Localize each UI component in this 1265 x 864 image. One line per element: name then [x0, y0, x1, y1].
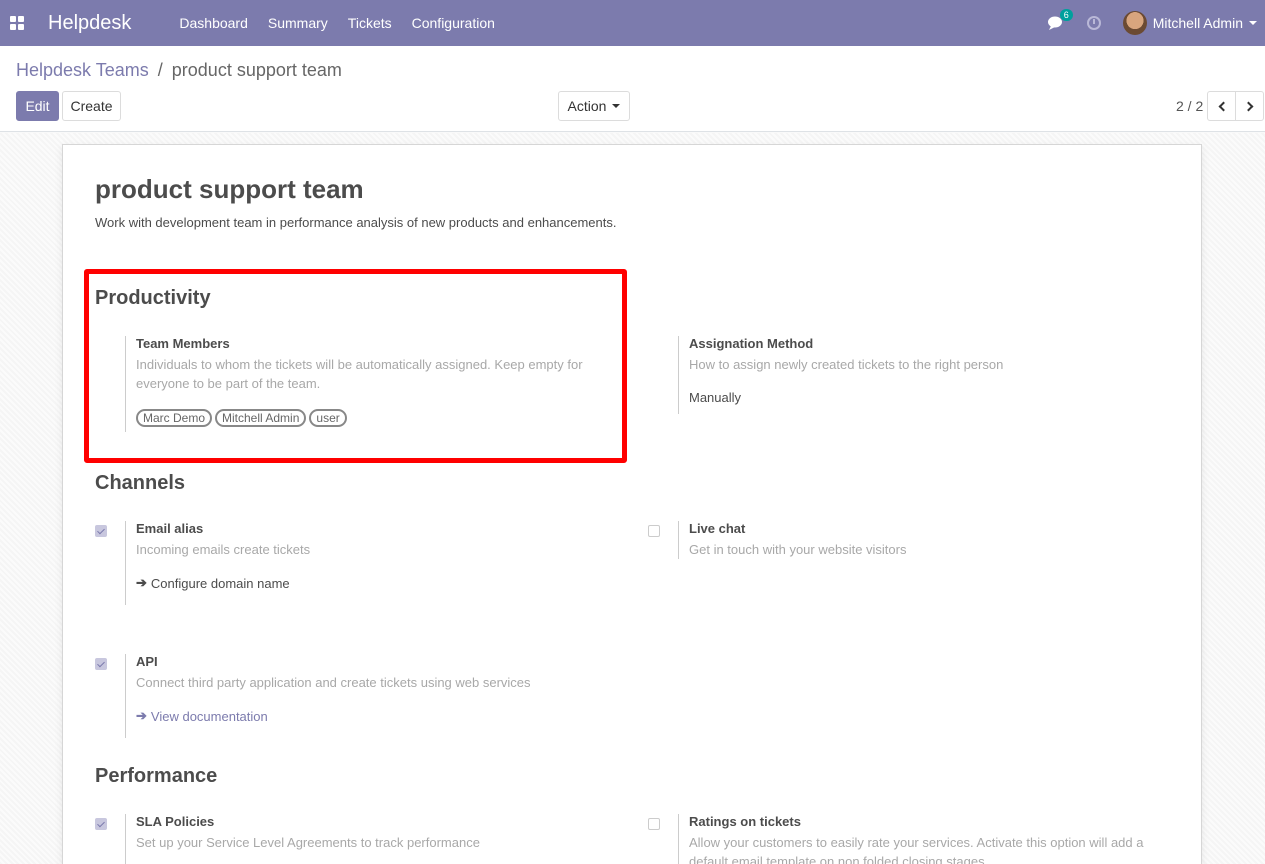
sla-checkbox[interactable]: [95, 818, 107, 830]
team-members-title: Team Members: [136, 336, 230, 351]
email-alias-title: Email alias: [136, 521, 204, 536]
view-documentation-label: View documentation: [150, 708, 268, 724]
live-chat-title: Live chat: [689, 521, 746, 536]
record-title: product support team: [95, 174, 364, 204]
control-panel: Helpdesk Teams / product support team Ed…: [0, 46, 1265, 132]
tag-marc-demo[interactable]: Marc Demo: [136, 409, 213, 427]
email-alias-checkbox[interactable]: [95, 525, 107, 537]
breadcrumb-separator: /: [157, 60, 163, 80]
setting-sla-policies: SLA Policies Set up your Service Level A…: [125, 814, 585, 864]
configure-domain-link[interactable]: ➔ Configure domain name: [136, 575, 585, 591]
section-performance-heading: Performance: [95, 765, 218, 787]
activity-clock-icon[interactable]: [1086, 16, 1101, 30]
menu-dashboard[interactable]: Dashboard: [179, 15, 248, 31]
assignation-help: How to assign newly created tickets to t…: [689, 357, 1004, 372]
sla-title: SLA Policies: [136, 814, 215, 829]
chat-icon[interactable]: 6: [1047, 9, 1073, 31]
user-menu-caret-icon[interactable]: [1249, 21, 1257, 25]
caret-down-icon: [612, 104, 621, 108]
arrow-right-icon: ➔: [136, 708, 147, 723]
edit-button[interactable]: Edit: [16, 91, 59, 121]
team-members-tags[interactable]: Marc Demo Mitchell Admin user: [136, 409, 585, 427]
record-description: Work with development team in performanc…: [95, 215, 617, 230]
breadcrumb: Helpdesk Teams / product support team: [16, 60, 342, 81]
api-checkbox[interactable]: [95, 658, 107, 670]
chevron-left-icon: [1218, 101, 1228, 111]
setting-assignation-method: Assignation Method How to assign newly c…: [678, 336, 1128, 414]
arrow-right-icon: ➔: [136, 575, 147, 590]
ratings-title: Ratings on tickets: [689, 814, 801, 829]
menu-configuration[interactable]: Configuration: [412, 15, 495, 31]
navbar-right: 6 Mitchell Admin: [1047, 0, 1265, 46]
tag-mitchell-admin[interactable]: Mitchell Admin: [215, 409, 307, 427]
apps-grid-icon[interactable]: [10, 16, 24, 30]
action-label: Action: [567, 98, 607, 114]
ratings-checkbox[interactable]: [648, 818, 660, 830]
setting-api: API Connect third party application and …: [125, 654, 585, 738]
chat-badge: 6: [1059, 9, 1073, 21]
pager-value[interactable]: 2 / 2: [1176, 98, 1203, 114]
tag-user[interactable]: user: [309, 409, 347, 427]
setting-live-chat: Live chat Get in touch with your website…: [678, 521, 1128, 559]
assignation-title: Assignation Method: [689, 336, 814, 351]
breadcrumb-current: product support team: [171, 60, 342, 80]
menu-summary[interactable]: Summary: [268, 15, 328, 31]
team-members-help: Individuals to whom the tickets will be …: [136, 357, 583, 391]
menu-tickets[interactable]: Tickets: [348, 15, 392, 31]
live-chat-checkbox[interactable]: [648, 525, 660, 537]
user-avatar[interactable]: [1122, 11, 1147, 35]
configure-domain-label: Configure domain name: [150, 575, 290, 591]
setting-email-alias: Email alias Incoming emails create ticke…: [125, 521, 585, 605]
live-chat-help: Get in touch with your website visitors: [689, 542, 907, 557]
breadcrumb-parent[interactable]: Helpdesk Teams: [16, 60, 149, 80]
sla-help: Set up your Service Level Agreements to …: [136, 835, 480, 850]
setting-team-members: Team Members Individuals to whom the tic…: [125, 336, 585, 432]
pager-next-button[interactable]: [1235, 91, 1264, 121]
form-sheet: product support team Work with developme…: [62, 144, 1202, 864]
section-channels-heading: Channels: [95, 472, 186, 494]
setting-ratings: Ratings on tickets Allow your customers …: [678, 814, 1148, 864]
action-dropdown-button[interactable]: Action: [558, 91, 630, 121]
chevron-right-icon: [1243, 101, 1253, 111]
assignation-value[interactable]: Manually: [689, 390, 1128, 405]
api-help: Connect third party application and crea…: [136, 675, 531, 690]
api-title: API: [136, 654, 158, 669]
app-brand[interactable]: Helpdesk: [48, 12, 131, 35]
main-menu: Dashboard Summary Tickets Configuration: [179, 15, 515, 31]
pager-previous-button[interactable]: [1207, 91, 1236, 121]
email-alias-help: Incoming emails create tickets: [136, 542, 311, 557]
user-name[interactable]: Mitchell Admin: [1153, 15, 1243, 31]
section-productivity-heading: Productivity: [95, 287, 211, 309]
view-documentation-link[interactable]: ➔ View documentation: [136, 708, 585, 724]
create-button[interactable]: Create: [62, 91, 121, 121]
ratings-help: Allow your customers to easily rate your…: [689, 835, 1144, 864]
top-navbar: Helpdesk Dashboard Summary Tickets Confi…: [0, 0, 1265, 46]
form-content: product support team Work with developme…: [0, 133, 1265, 864]
